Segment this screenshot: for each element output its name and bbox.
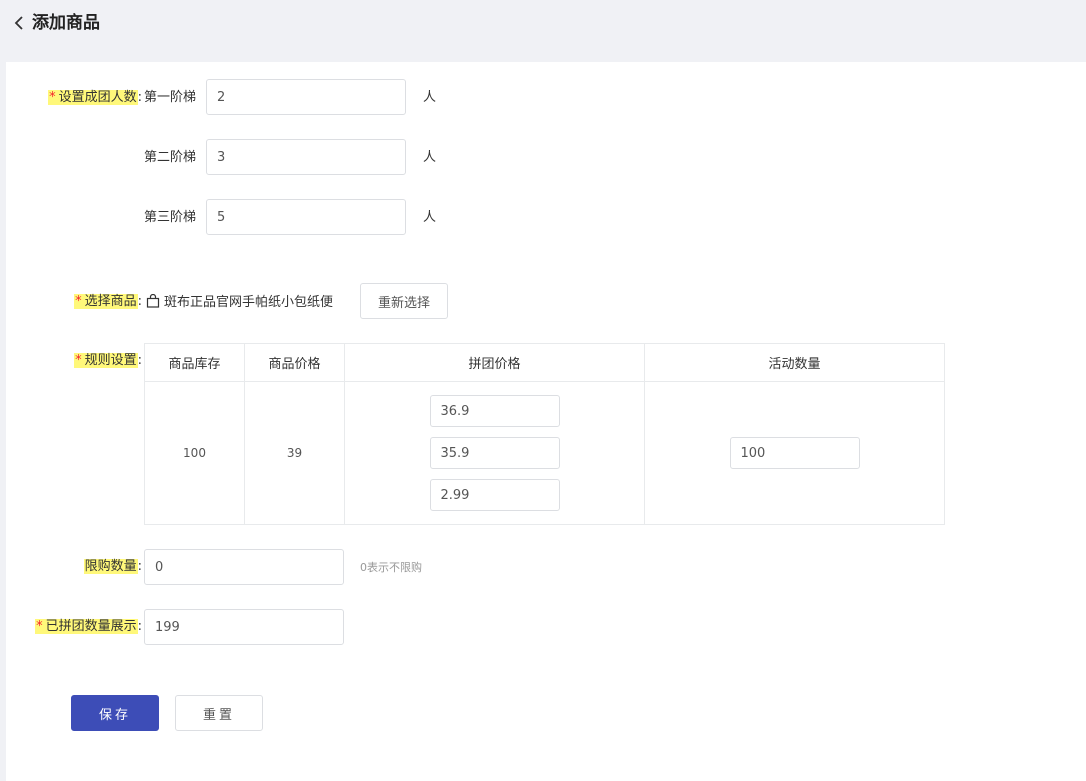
product-label: * 选择商品: [74, 294, 142, 309]
tier-1-label: 第一阶梯 [144, 90, 197, 105]
activity-qty-cell [644, 381, 945, 525]
activity-qty-input[interactable] [729, 437, 860, 469]
page-title: 添加商品 [32, 13, 100, 33]
tier-2-label: 第二阶梯 [144, 150, 197, 165]
tier-3-unit: 人 [423, 210, 437, 225]
grouped-display-label: * 已拼团数量展示: [35, 619, 142, 634]
group-price-input-1[interactable] [429, 395, 560, 427]
required-mark: * [49, 90, 56, 105]
selected-product: 斑布正品官网手帕纸小包纸便 [146, 292, 333, 314]
stock-cell: 100 [144, 381, 245, 525]
table-header-row: 商品库存 商品价格 拼团价格 活动数量 [144, 343, 945, 382]
group-price-cell [344, 381, 645, 525]
column-header-stock: 商品库存 [144, 343, 245, 382]
tier-1-unit: 人 [423, 90, 437, 105]
required-mark: * [36, 619, 43, 634]
tier-3-input[interactable] [206, 199, 406, 235]
product-name: 斑布正品官网手帕纸小包纸便 [164, 295, 334, 310]
tier-1-input[interactable] [206, 79, 406, 115]
purchase-limit-hint: 0表示不限购 [360, 561, 422, 574]
group-price-input-2[interactable] [429, 437, 560, 469]
price-cell: 39 [244, 381, 345, 525]
column-header-activity-qty: 活动数量 [644, 343, 945, 382]
required-mark: * [75, 353, 82, 368]
form-card: *设置成团人数: 第一阶梯 人 第二阶梯 人 第三阶梯 人 *选择商品: 斑布正… [6, 62, 1086, 781]
save-button[interactable]: 保存 [71, 695, 159, 731]
chevron-left-icon[interactable] [11, 15, 27, 31]
reset-button[interactable]: 重置 [175, 695, 263, 731]
tier-2-unit: 人 [423, 150, 437, 165]
column-header-price: 商品价格 [244, 343, 345, 382]
rules-table: 商品库存 商品价格 拼团价格 活动数量 100 39 [144, 343, 945, 525]
table-row: 100 39 [144, 381, 945, 525]
purchase-limit-label: 限购数量: [83, 559, 142, 574]
tier-3-label: 第三阶梯 [144, 210, 197, 225]
tier-2-input[interactable] [206, 139, 406, 175]
grouped-display-input[interactable] [144, 609, 344, 645]
column-header-group-price: 拼团价格 [344, 343, 645, 382]
group-size-label: * 设置成团人数: [48, 90, 142, 105]
shopping-bag-icon [146, 294, 160, 308]
required-mark: * [75, 294, 82, 309]
purchase-limit-input[interactable] [144, 549, 344, 585]
reselect-button[interactable]: 重新选择 [360, 283, 448, 319]
page-header: 添加商品 [0, 0, 1086, 62]
rules-label: * 规则设置: [74, 353, 142, 368]
group-price-input-3[interactable] [429, 479, 560, 511]
